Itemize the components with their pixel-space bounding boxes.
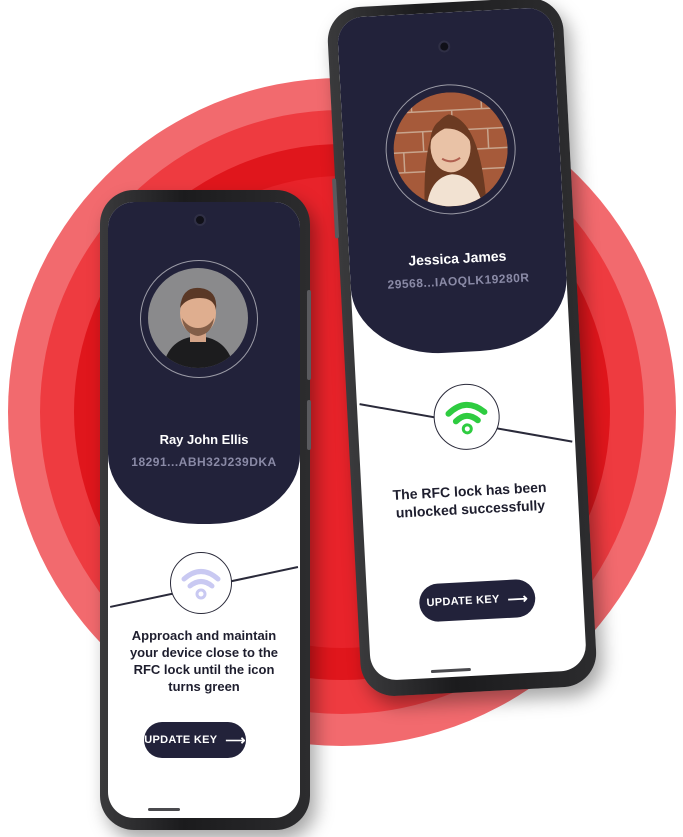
phone-right: Jessica James 29568...IAOQLK19280R The R… xyxy=(326,0,598,698)
arrow-right-icon: ⟶ xyxy=(225,731,246,748)
speaker-grille xyxy=(148,808,180,811)
profile-header: Ray John Ellis 18291...ABH32J239DKA xyxy=(108,202,300,524)
wifi-circle xyxy=(170,552,232,614)
user-key: 29568...IAOQLK19280R xyxy=(387,270,530,292)
avatar-photo xyxy=(148,268,248,368)
avatar xyxy=(148,268,248,368)
user-key: 18291...ABH32J239DKA xyxy=(131,455,277,469)
wifi-circle xyxy=(431,382,502,452)
phone-screen: Ray John Ellis 18291...ABH32J239DKA Appr… xyxy=(108,202,300,818)
power-button xyxy=(307,400,311,450)
update-key-button[interactable]: UPDATE KEY ⟶ xyxy=(418,578,537,623)
update-key-label: UPDATE KEY xyxy=(144,734,218,746)
user-name: Ray John Ellis xyxy=(159,432,249,447)
speaker-grille xyxy=(430,667,471,674)
volume-button xyxy=(307,290,311,380)
profile-header: Jessica James 29568...IAOQLK19280R xyxy=(336,6,571,358)
phone-left: Ray John Ellis 18291...ABH32J239DKA Appr… xyxy=(100,190,311,830)
status-message: The RFC lock has been unlocked successfu… xyxy=(392,478,547,521)
user-name: Jessica James xyxy=(407,247,507,269)
instruction-message: Approach and maintain your device close … xyxy=(129,628,279,694)
wifi-icon xyxy=(445,401,488,435)
update-key-button[interactable]: UPDATE KEY ⟶ xyxy=(144,722,246,758)
front-camera xyxy=(194,214,206,226)
front-camera xyxy=(437,40,451,53)
arrow-right-icon: ⟶ xyxy=(507,589,529,607)
update-key-label: UPDATE KEY xyxy=(426,593,500,610)
wifi-icon xyxy=(181,569,221,600)
phone-screen: Jessica James 29568...IAOQLK19280R The R… xyxy=(336,6,588,682)
